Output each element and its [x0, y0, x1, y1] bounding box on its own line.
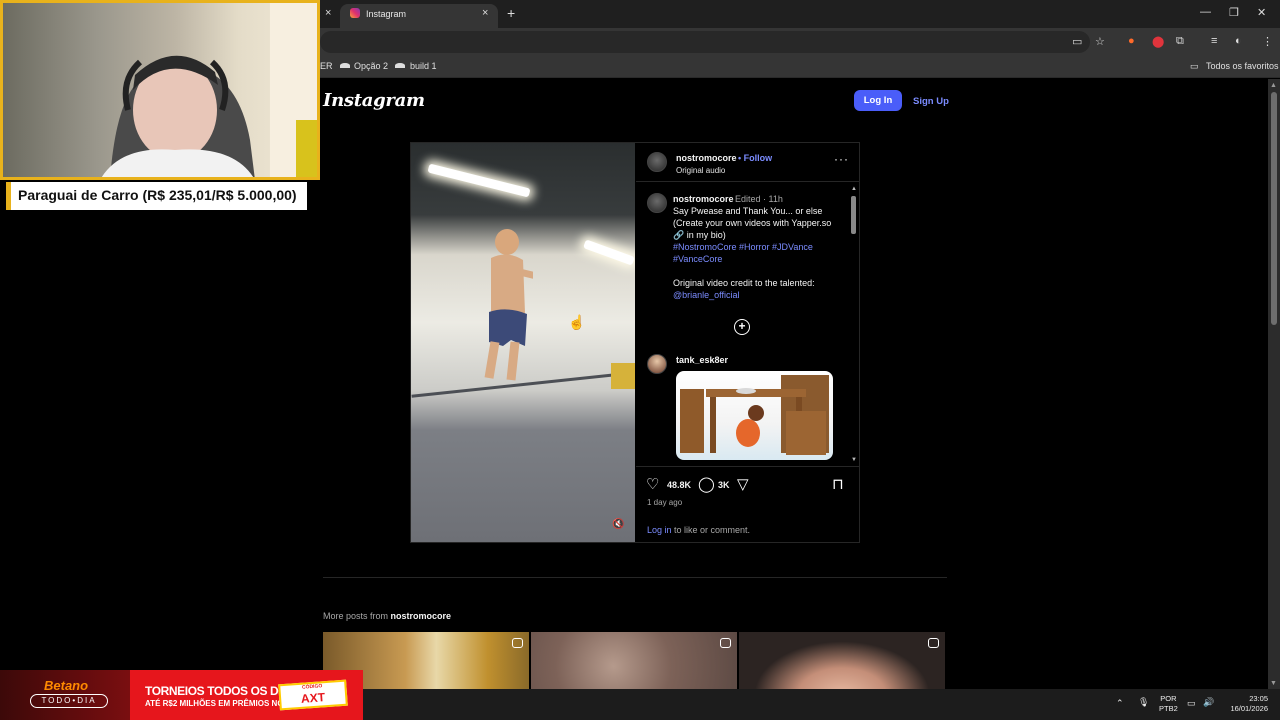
login-link[interactable]: Log in — [647, 525, 672, 535]
divider — [636, 466, 859, 467]
login-prompt-text: to like or comment. — [671, 525, 751, 535]
login-prompt: Log in to like or comment. — [647, 525, 750, 535]
caption-author[interactable]: nostromocore — [673, 194, 734, 204]
bookmark-item[interactable]: ER — [320, 61, 333, 71]
goal-status-text: Paraguai de Carro (R$ 235,01/R$ 5.000,00… — [18, 187, 297, 203]
scroll-up-icon[interactable]: ▲ — [1270, 82, 1277, 89]
post-thumbnail[interactable] — [739, 632, 945, 689]
network-icon[interactable]: ▭ — [1187, 698, 1196, 709]
scroll-up-icon[interactable]: ▲ — [851, 186, 857, 192]
original-audio-link[interactable]: Original audio — [676, 166, 725, 175]
avatar[interactable] — [647, 354, 667, 374]
likes-count: 48.8K — [667, 480, 692, 490]
new-tab-button[interactable]: + — [507, 5, 515, 21]
language: POR — [1160, 694, 1177, 703]
divider — [323, 577, 947, 578]
profile-icon[interactable]: ◐ — [1235, 35, 1242, 47]
cast-icon[interactable]: ▭ — [1072, 35, 1082, 48]
scrollbar-thumb[interactable] — [1271, 92, 1277, 325]
comment-author[interactable]: tank_esk8er — [676, 355, 728, 365]
heart-icon[interactable]: ♡ — [646, 475, 659, 493]
close-tab-icon[interactable]: × — [325, 7, 331, 19]
restore-icon[interactable]: ❐ — [1229, 6, 1239, 19]
ceiling-light — [583, 239, 635, 266]
date: 16/01/2026 — [1230, 704, 1268, 713]
caption-text: Say Pwease and Thank You... or else — [673, 206, 823, 216]
share-icon[interactable]: ▽ — [737, 475, 749, 493]
caption-text: (Create your own videos with Yapper.so — [673, 218, 832, 228]
extension-fox-icon[interactable]: ● — [1128, 35, 1135, 47]
language-indicator[interactable]: POR PTB2 — [1159, 694, 1178, 714]
media-control-icon[interactable]: ≡ — [1211, 35, 1217, 47]
mic-icon[interactable]: 🎙 — [1138, 697, 1149, 708]
jumping-person — [484, 229, 533, 381]
post-time: 1 day ago — [647, 498, 683, 507]
close-tab-icon[interactable]: × — [482, 7, 488, 19]
menu-icon[interactable]: ⋮ — [1262, 35, 1273, 48]
time: 23:05 — [1249, 694, 1268, 703]
caption-hashtags[interactable]: #NostromoCore #Horror #JDVance — [673, 242, 813, 252]
scroll-down-icon[interactable]: ▼ — [851, 457, 857, 463]
tab-instagram[interactable] — [340, 4, 498, 28]
post-thumbnail[interactable] — [531, 632, 737, 689]
instagram-logo[interactable]: Instagram — [323, 90, 425, 111]
extensions-icon[interactable]: ⧉ — [1176, 35, 1184, 48]
folder-icon: ▭ — [1190, 61, 1199, 71]
chevron-up-icon[interactable]: ⌃ — [1116, 698, 1124, 709]
all-favorites[interactable]: Todos os favoritos — [1206, 61, 1279, 71]
comments-count: 3K — [718, 480, 730, 490]
betano-tagline: TODO•DIA — [30, 694, 108, 708]
post-author[interactable]: nostromocore — [676, 153, 737, 163]
more-posts-prefix: More posts from — [323, 611, 391, 621]
address-bar[interactable] — [320, 31, 1090, 53]
more-posts-user[interactable]: nostromocore — [391, 611, 452, 621]
star-icon[interactable]: ☆ — [1095, 35, 1105, 48]
follow-button[interactable]: • Follow — [738, 153, 772, 163]
bookmark-item[interactable]: Opção 2 — [354, 61, 388, 71]
reel-icon — [512, 638, 523, 648]
tab-title: Instagram — [366, 9, 407, 19]
divider — [636, 181, 859, 182]
scrollbar-thumb[interactable] — [851, 196, 856, 234]
webcam-overlay — [0, 0, 320, 180]
instagram-icon — [350, 8, 360, 18]
comment-sticker-image — [676, 371, 833, 460]
avatar[interactable] — [647, 193, 667, 213]
reel-icon — [720, 638, 731, 648]
more-icon[interactable]: ··· — [834, 152, 849, 166]
ceiling-light — [427, 163, 531, 198]
more-posts-heading: More posts from nostromocore — [323, 611, 451, 621]
bookmark-favicon — [395, 63, 405, 68]
minimize-icon[interactable]: — — [1200, 6, 1211, 18]
betano-logo: Betano — [44, 678, 89, 693]
mute-icon[interactable]: 🔇 — [612, 519, 624, 530]
scroll-down-icon[interactable]: ▼ — [1270, 680, 1277, 687]
caption-edited: Edited · 11h — [735, 194, 783, 204]
reel-icon — [928, 638, 939, 648]
add-icon[interactable]: + — [734, 319, 750, 335]
volume-icon[interactable]: 🔊 — [1203, 697, 1214, 708]
background-chair — [611, 363, 635, 389]
mouse-cursor-icon: ☝ — [568, 314, 586, 330]
keyboard-layout: PTB2 — [1159, 704, 1178, 713]
ad-code: AXT — [300, 690, 326, 706]
caption-mention[interactable]: @brianle_official — [673, 290, 740, 300]
comment-icon[interactable]: ◯ — [698, 475, 715, 493]
avatar[interactable] — [647, 152, 667, 172]
caption-text: 🔗 in my bio) — [673, 230, 726, 240]
close-window-icon[interactable]: ✕ — [1257, 6, 1266, 19]
caption-credit: Original video credit to the talented: — [673, 278, 815, 288]
bookmark-favicon — [340, 63, 350, 68]
post-video[interactable] — [411, 143, 635, 542]
adblock-icon[interactable]: ⬤ — [1152, 35, 1164, 48]
bookmark-icon[interactable]: ⊓ — [832, 475, 844, 493]
signup-link[interactable]: Sign Up — [913, 96, 949, 107]
bookmark-item[interactable]: build 1 — [410, 61, 437, 71]
caption-hashtags[interactable]: #VanceCore — [673, 254, 722, 264]
login-button[interactable]: Log In — [854, 90, 902, 111]
clock[interactable]: 23:05 16/01/2026 — [1220, 694, 1268, 714]
